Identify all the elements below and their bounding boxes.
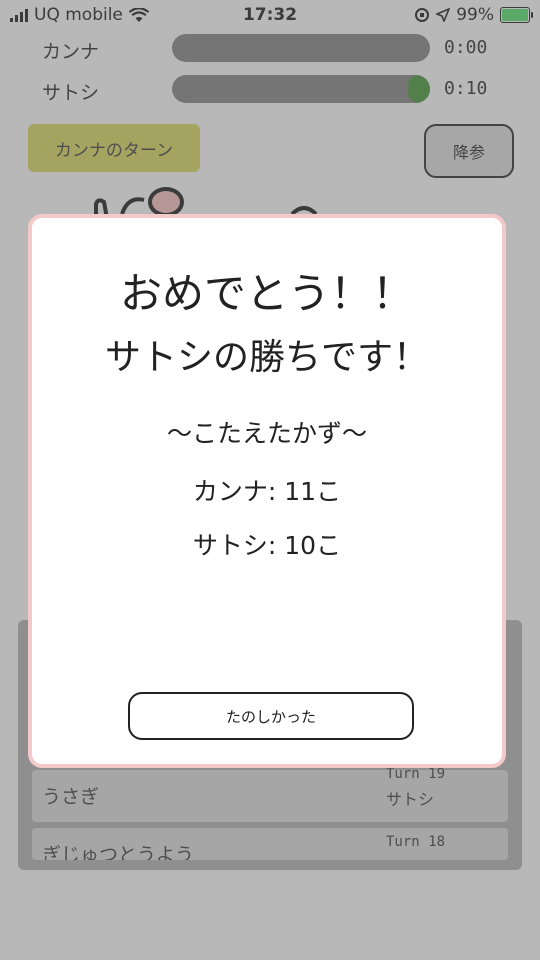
score-heading: 〜こたえたかず〜	[166, 419, 367, 448]
score-line-satoshi: サトシ: 10こ	[192, 531, 342, 560]
game-screen: UQ mobile 17:32 99% カンナ 0:00 サトシ 0:10 カン…	[0, 0, 540, 960]
score-name: サトシ	[192, 531, 268, 560]
score-line-kanna: カンナ: 11こ	[192, 477, 342, 506]
score-name: カンナ	[192, 477, 268, 506]
close-dialog-button[interactable]: たのしかった	[128, 692, 414, 740]
score-count: 10こ	[284, 531, 342, 560]
result-dialog: おめでとう！！ サトシの勝ちです！ 〜こたえたかず〜 カンナ: 11こ サトシ:…	[28, 214, 506, 768]
congrats-title: おめでとう！！	[119, 269, 414, 318]
score-count: 11こ	[284, 477, 342, 506]
winner-message: サトシの勝ちです！	[104, 337, 429, 378]
